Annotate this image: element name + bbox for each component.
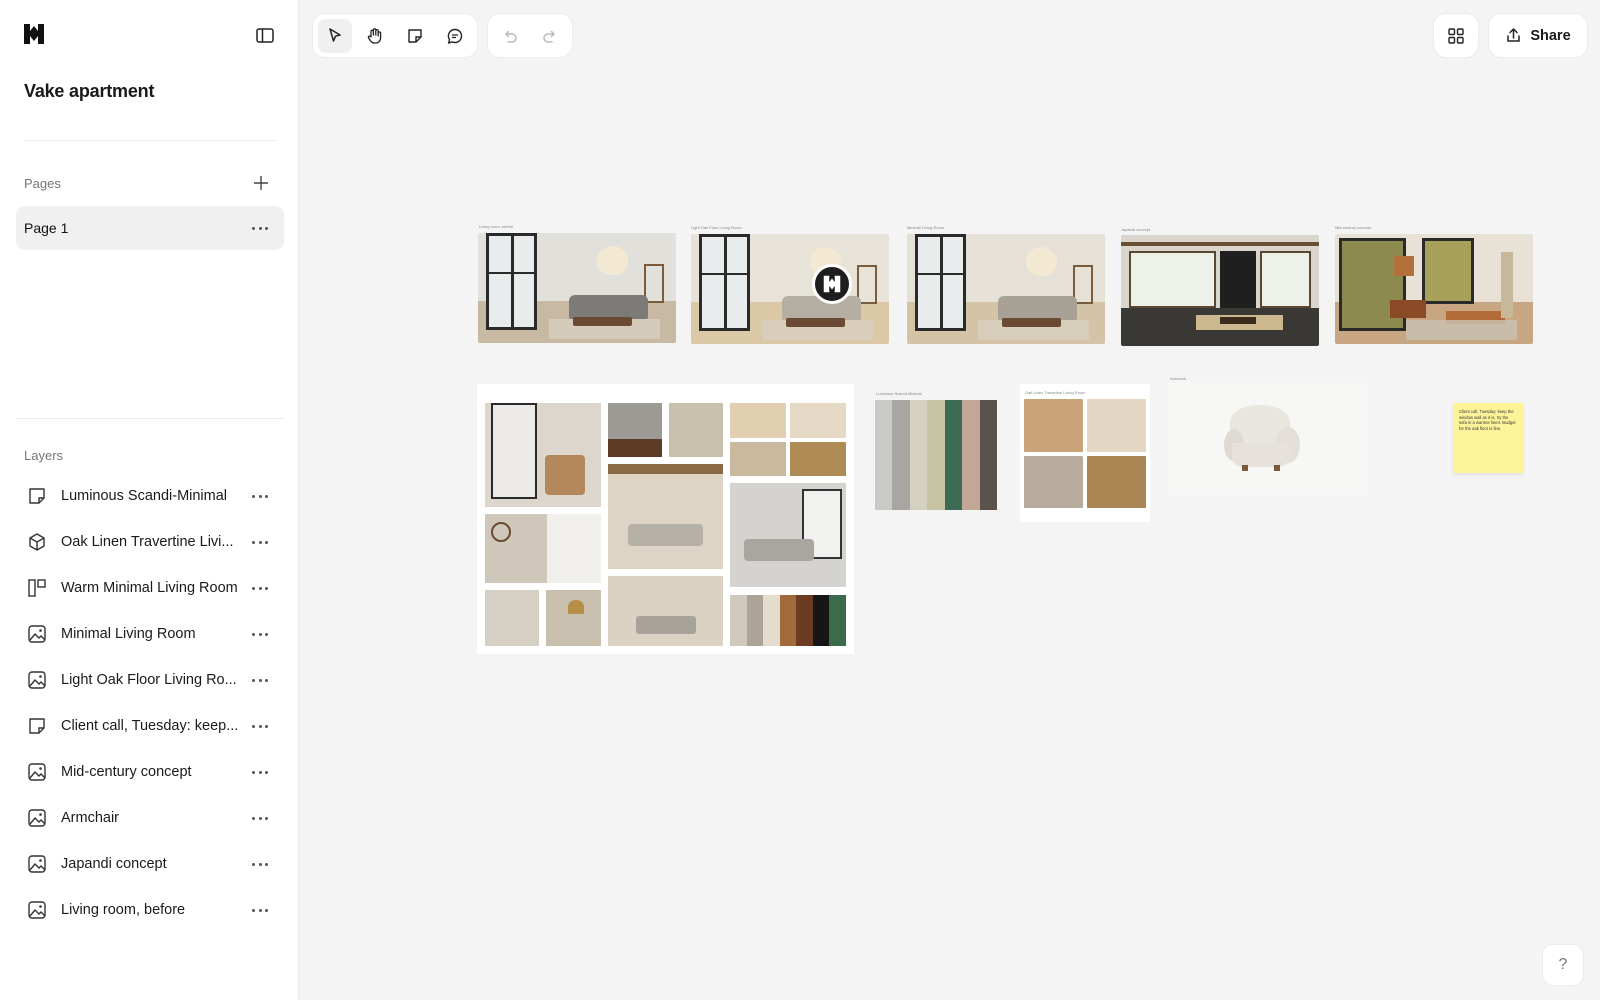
layer-item[interactable]: Japandi concept: [16, 841, 284, 887]
layer-more-icon[interactable]: [252, 770, 268, 774]
layer-item[interactable]: Oak Linen Travertine Livi...: [16, 519, 284, 565]
image-icon: [26, 807, 48, 829]
room-illustration: [478, 233, 676, 343]
moodboard-tile: [546, 590, 601, 646]
room-illustration: [1335, 234, 1533, 344]
layer-item[interactable]: Client call, Tuesday: keep...: [16, 703, 284, 749]
layer-item[interactable]: Warm Minimal Living Room: [16, 565, 284, 611]
frame-label: Minimal Living Room: [907, 225, 945, 230]
minimal-living-room-image[interactable]: [907, 234, 1105, 344]
palette-label: Luminous Scandi-Minimal: [876, 391, 922, 396]
warm-minimal-moodboard[interactable]: [477, 384, 854, 654]
pages-section-label: Pages: [24, 176, 61, 191]
app-logo[interactable]: [22, 22, 46, 46]
layer-item[interactable]: Luminous Scandi-Minimal: [16, 473, 284, 519]
client-call-sticky-note[interactable]: Client call, Tuesday: keep the window wa…: [1453, 403, 1523, 473]
layer-more-icon[interactable]: [252, 908, 268, 912]
mid-century-concept-image[interactable]: [1335, 234, 1533, 344]
layer-item-label: Warm Minimal Living Room: [61, 580, 238, 596]
moodboard-tile: [485, 514, 601, 583]
japandi-concept-image[interactable]: [1121, 235, 1319, 346]
moodboard-palette: [730, 595, 847, 646]
layer-item[interactable]: Minimal Living Room: [16, 611, 284, 657]
layout-icon: [26, 577, 48, 599]
layer-item-label: Client call, Tuesday: keep...: [61, 718, 239, 734]
linen-texture: [1024, 456, 1083, 508]
frame-label: Japandi concept: [1121, 227, 1151, 232]
moodboard-tile: [669, 403, 723, 457]
collaborator-avatar: [812, 264, 852, 304]
living-room-before-image[interactable]: [478, 233, 676, 343]
moodboard-tile: [730, 483, 846, 587]
moodboard-tile: [608, 576, 723, 646]
travertine-texture: [1087, 399, 1146, 452]
room-illustration: [1121, 235, 1319, 346]
frame-label: Light Oak Floor Living Room: [691, 225, 742, 230]
sticky-note-icon: [26, 485, 48, 507]
textures-label: Oak Linen Travertine Living Room: [1025, 390, 1086, 395]
moodboard-tile: [485, 590, 539, 646]
moodboard-tile: [730, 442, 786, 476]
sidebar: Vake apartment Pages Page 1 Layers Lumin…: [0, 0, 299, 1000]
layer-item-label: Minimal Living Room: [61, 626, 196, 642]
image-icon: [26, 853, 48, 875]
divider: [24, 140, 276, 141]
page-item[interactable]: Page 1: [16, 206, 284, 250]
layer-more-icon[interactable]: [252, 678, 268, 682]
oak-texture: [1024, 399, 1083, 452]
luminous-scandi-palette[interactable]: [875, 400, 997, 510]
divider: [16, 418, 284, 419]
layer-more-icon[interactable]: [252, 862, 268, 866]
image-icon: [26, 899, 48, 921]
image-icon: [26, 761, 48, 783]
light-oak-floor-image[interactable]: [691, 234, 889, 344]
sidebar-panel-icon: [256, 27, 274, 43]
page-item-label: Page 1: [24, 220, 69, 236]
layer-list: Luminous Scandi-Minimal Oak Linen Traver…: [16, 473, 284, 933]
moodboard-tile: [730, 403, 786, 438]
layer-item[interactable]: Mid-century concept: [16, 749, 284, 795]
moodboard-tile: [608, 464, 723, 569]
armchair-label: Armchair: [1170, 376, 1187, 381]
layer-item-label: Mid-century concept: [61, 764, 192, 780]
layer-item-label: Oak Linen Travertine Livi...: [61, 534, 234, 550]
add-page-button[interactable]: [252, 174, 270, 192]
layer-more-icon[interactable]: [252, 632, 268, 636]
layer-item[interactable]: Armchair: [16, 795, 284, 841]
sticky-note-icon: [26, 715, 48, 737]
plus-icon: [254, 176, 268, 190]
layer-item[interactable]: Light Oak Floor Living Ro...: [16, 657, 284, 703]
layer-item-label: Armchair: [61, 810, 120, 826]
moodboard-tile: [485, 403, 601, 507]
project-title[interactable]: Vake apartment: [24, 81, 154, 102]
image-icon: [26, 623, 48, 645]
layer-item-label: Luminous Scandi-Minimal: [61, 488, 228, 504]
layer-item-label: Japandi concept: [61, 856, 167, 872]
layer-more-icon[interactable]: [252, 586, 268, 590]
layer-item-label: Light Oak Floor Living Ro...: [61, 672, 237, 688]
toggle-sidebar-button[interactable]: [253, 24, 277, 46]
moodboard-tile: [790, 442, 846, 476]
layer-more-icon[interactable]: [252, 540, 268, 544]
armchair-icon: [1224, 405, 1300, 471]
layer-item[interactable]: Living room, before: [16, 887, 284, 933]
room-illustration: [907, 234, 1105, 344]
help-button[interactable]: ?: [1543, 945, 1583, 985]
room-illustration: [691, 234, 889, 344]
layer-more-icon[interactable]: [252, 494, 268, 498]
layers-section-label: Layers: [24, 448, 64, 463]
armchair-image[interactable]: [1168, 383, 1368, 495]
brass-texture: [1087, 456, 1146, 508]
frame-label: Living room, before: [479, 224, 514, 229]
cube-icon: [26, 531, 48, 553]
moodboard-tile: [790, 403, 846, 438]
frame-label: Mid-century concept: [1335, 225, 1372, 230]
image-icon: [26, 669, 48, 691]
page-more-icon[interactable]: [252, 226, 268, 230]
layer-more-icon[interactable]: [252, 724, 268, 728]
moodboard-tile: [608, 403, 662, 457]
layer-more-icon[interactable]: [252, 816, 268, 820]
layer-item-label: Living room, before: [61, 902, 186, 918]
